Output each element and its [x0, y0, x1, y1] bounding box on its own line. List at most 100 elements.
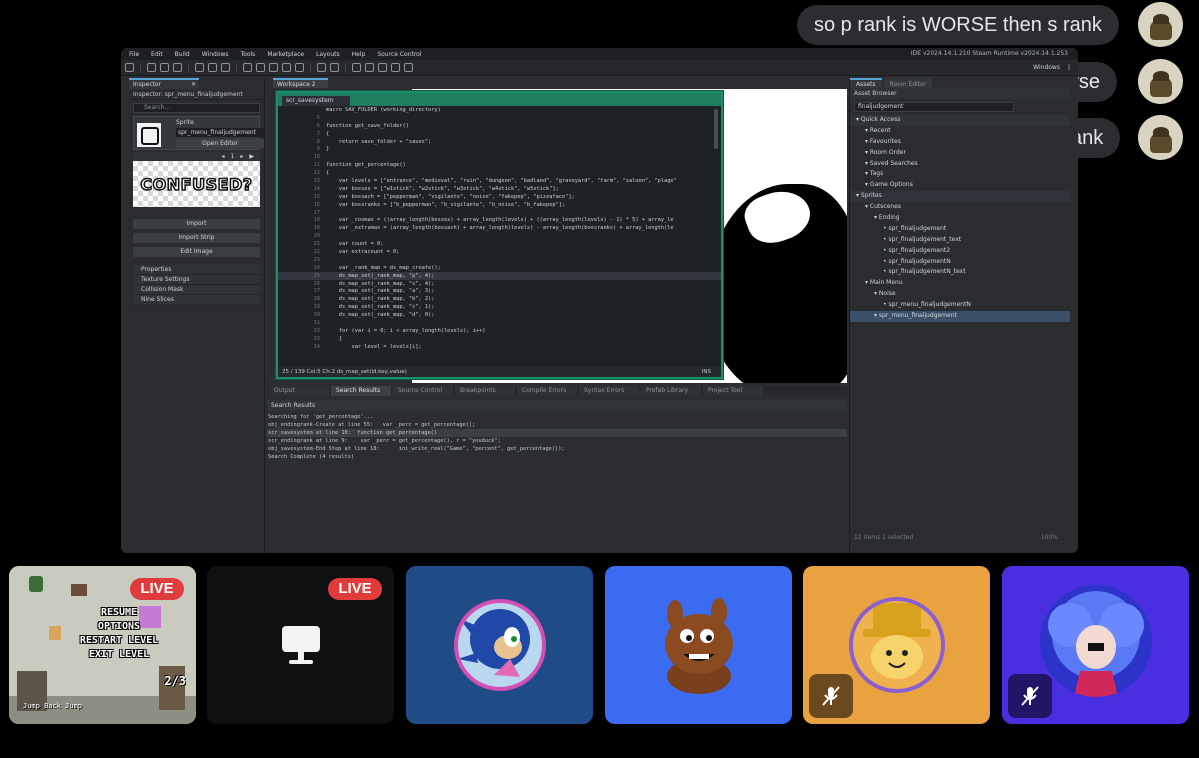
asset-tree-item[interactable]: ▾ Noise: [850, 289, 1070, 300]
stop-icon[interactable]: [269, 63, 278, 72]
chat-avatar[interactable]: [1138, 2, 1183, 47]
code-line[interactable]: 21 var count = 0;: [278, 240, 721, 248]
tab-search-results[interactable]: Search Results: [331, 386, 391, 396]
code-line[interactable]: 30 ds_map_set(_rank_map, "d", 0);: [278, 311, 721, 319]
asset-tree-item[interactable]: ▾ spr_menu_finaljudgement: [850, 311, 1070, 322]
section-properties[interactable]: Properties: [133, 265, 260, 275]
tab-room-editor[interactable]: Room Editor: [883, 78, 933, 88]
build-icon[interactable]: [195, 63, 204, 72]
code-line[interactable]: 6 function get_save_folder(): [278, 122, 721, 130]
tab-project-tool[interactable]: Project Tool: [703, 386, 763, 396]
asset-tree-item[interactable]: • spr_finaljudgement2: [850, 246, 1070, 257]
play-icon[interactable]: ▶: [249, 152, 254, 161]
code-line[interactable]: 26 ds_map_set(_rank_map, "s", 4);: [278, 280, 721, 288]
settings-icon[interactable]: [330, 63, 339, 72]
menu-tools[interactable]: Tools: [241, 51, 256, 58]
code-line[interactable]: 17: [278, 209, 721, 217]
code-line[interactable]: 29 ds_map_set(_rank_map, "c", 1);: [278, 303, 721, 311]
import-button[interactable]: Import: [133, 219, 260, 229]
participant-tile-screen-stream[interactable]: LIVE: [207, 566, 394, 724]
code-line[interactable]: 22 var extracount = 0;: [278, 248, 721, 256]
menu-help[interactable]: Help: [352, 51, 366, 58]
zoom-out-icon[interactable]: [365, 63, 374, 72]
asset-tree-item[interactable]: ▾ Favourites: [850, 137, 1070, 148]
code-line[interactable]: 10: [278, 153, 721, 161]
chat-avatar[interactable]: [1138, 59, 1183, 104]
participant-tile-bear[interactable]: [605, 566, 792, 724]
tab-scr-savesystem[interactable]: scr_savesystem: [282, 96, 350, 106]
result-line[interactable]: scr_savesystem at line 10: function get_…: [267, 429, 847, 437]
tab-output[interactable]: Output: [269, 386, 329, 396]
asset-tree-item[interactable]: • spr_finaljudgement: [850, 224, 1070, 235]
code-line[interactable]: 15 var bossach = ["pepperman", "vigilant…: [278, 193, 721, 201]
close-icon[interactable]: ✕: [191, 81, 196, 88]
code-line[interactable]: 20: [278, 232, 721, 240]
code-body[interactable]: macro SAV_FOLDER (working_directory) 5 6 fu…: [278, 106, 721, 366]
asset-tree-item[interactable]: ▾ Main Menu: [850, 278, 1070, 289]
tab-workspace[interactable]: Workspace 2: [273, 78, 328, 88]
tab-compile-errors[interactable]: Compile Errors: [517, 386, 577, 396]
code-line[interactable]: macro SAV_FOLDER (working_directory): [278, 106, 721, 114]
fit-icon[interactable]: [391, 63, 400, 72]
section-texture-settings[interactable]: Texture Settings: [133, 275, 260, 285]
open-icon[interactable]: [160, 63, 169, 72]
code-line[interactable]: 18 var _cosmax = ((array_length(bosses) …: [278, 216, 721, 224]
code-line[interactable]: 28 ds_map_set(_rank_map, "b", 2);: [278, 295, 721, 303]
target-icon[interactable]: [317, 63, 326, 72]
asset-tree-item[interactable]: ▾ Cutscenes: [850, 202, 1070, 213]
participant-tile-blue-hair[interactable]: [1002, 566, 1189, 724]
asset-tree-item[interactable]: ▾ Ending: [850, 213, 1070, 224]
target-windows[interactable]: Windows: [1033, 64, 1060, 71]
menu-edit[interactable]: Edit: [151, 51, 163, 58]
asset-tree-item[interactable]: ▾ Saved Searches: [850, 159, 1070, 170]
inspector-tab[interactable]: Inspector ✕: [129, 78, 199, 89]
sprite-thumbnail[interactable]: [137, 123, 161, 147]
code-line[interactable]: 27 ds_map_set(_rank_map, "a", 3);: [278, 287, 721, 295]
debug-icon[interactable]: [243, 63, 252, 72]
participant-tile-game-stream[interactable]: RESUME OPTIONS RESTART LEVEL EXIT LEVEL …: [9, 566, 196, 724]
chat-avatar[interactable]: [1138, 115, 1183, 160]
asset-tree-item[interactable]: ▾ Room Order: [850, 148, 1070, 159]
code-line[interactable]: 12 {: [278, 169, 721, 177]
code-line[interactable]: 24 var _rank_map = ds_map_create();: [278, 264, 721, 272]
zoom-reset-icon[interactable]: [378, 63, 387, 72]
section-collision-mask[interactable]: Collision Mask: [133, 285, 260, 295]
asset-tree-item[interactable]: ▾ Tags: [850, 169, 1070, 180]
inspector-search-input[interactable]: Search...: [133, 103, 260, 113]
code-scrollbar[interactable]: [714, 109, 718, 149]
package-icon[interactable]: [221, 63, 230, 72]
result-line[interactable]: scr_endingrank at line 9: var _perc = ge…: [267, 437, 847, 445]
home-icon[interactable]: [125, 63, 134, 72]
participant-tile-hat-kid[interactable]: [803, 566, 990, 724]
asset-tree-item[interactable]: ▾ Quick Access: [850, 115, 1070, 126]
step-icon[interactable]: [282, 63, 291, 72]
prev-frame-icon[interactable]: ◂: [222, 152, 225, 161]
section-nine-slices[interactable]: Nine Slices: [133, 295, 260, 305]
menu-layouts[interactable]: Layouts: [316, 51, 340, 58]
code-line[interactable]: 11 function get_percentage(): [278, 161, 721, 169]
tab-assets[interactable]: Assets: [850, 78, 882, 88]
code-line[interactable]: 8 return save_folder + "saves";: [278, 138, 721, 146]
restart-icon[interactable]: [295, 63, 304, 72]
asset-tree-item[interactable]: ▾ Game Options: [850, 180, 1070, 191]
next-frame-icon[interactable]: ▸: [240, 152, 243, 161]
result-line[interactable]: obj_endingrank-Create at line 55: var _p…: [267, 421, 847, 429]
save-icon[interactable]: [173, 63, 182, 72]
code-line[interactable]: 7{: [278, 130, 721, 138]
menu-marketplace[interactable]: Marketplace: [267, 51, 304, 58]
bookmark-icon[interactable]: [404, 63, 413, 72]
screen-share[interactable]: File Edit Build Windows Tools Marketplac…: [121, 48, 1078, 553]
new-icon[interactable]: [147, 63, 156, 72]
edit-image-button[interactable]: Edit Image: [133, 247, 260, 257]
menu-source-control[interactable]: Source Control: [377, 51, 421, 58]
code-line[interactable]: 5: [278, 114, 721, 122]
import-strip-button[interactable]: Import Strip: [133, 233, 260, 243]
zoom-in-icon[interactable]: [352, 63, 361, 72]
code-line[interactable]: 33 {: [278, 335, 721, 343]
code-editor-window[interactable]: scr_savesystem macro SAV_FOLDER (working…: [276, 91, 723, 379]
code-line[interactable]: 32 for (var i = 0; i < array_length(leve…: [278, 327, 721, 335]
menu-build[interactable]: Build: [175, 51, 190, 58]
asset-search-input[interactable]: finaljudgement: [854, 102, 1014, 112]
asset-tree-item[interactable]: ▾ Sprites: [850, 191, 1070, 203]
play-icon[interactable]: [256, 63, 265, 72]
